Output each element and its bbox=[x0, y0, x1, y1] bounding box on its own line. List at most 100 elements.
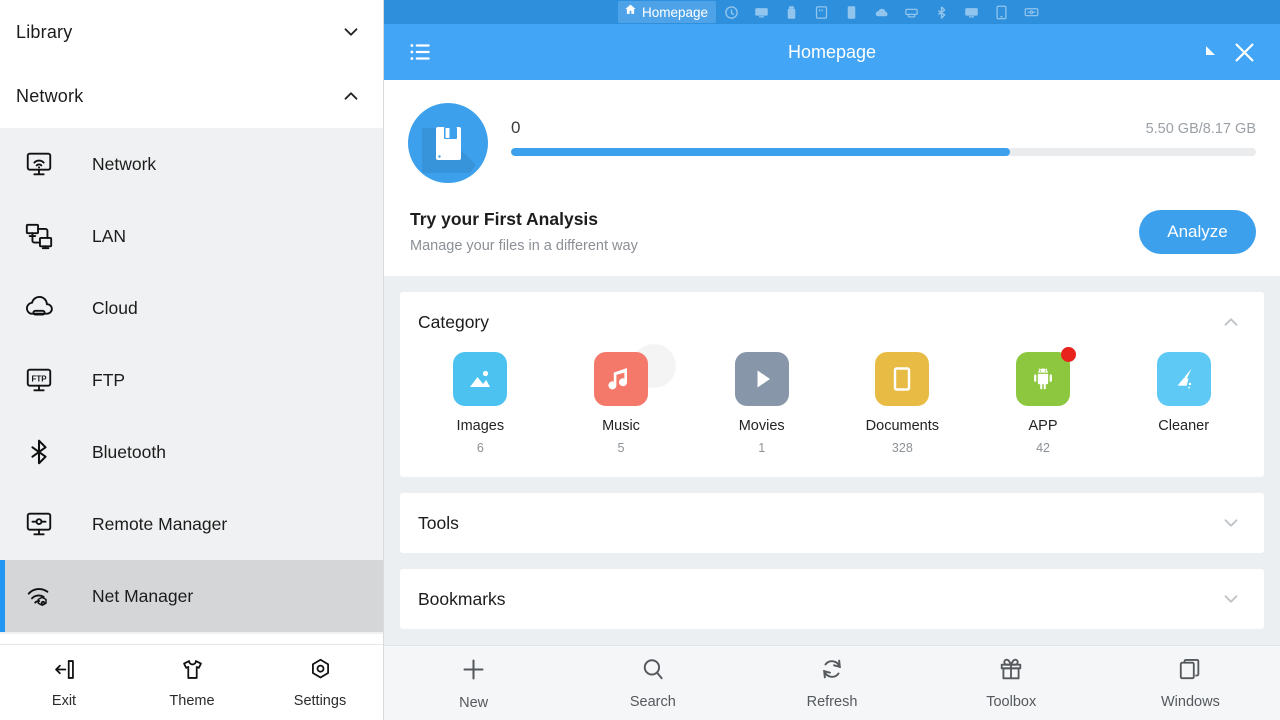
category-count: 5 bbox=[617, 441, 625, 455]
storage-card: 0 5.50 GB/8.17 GB Try your First Analysi… bbox=[384, 80, 1280, 276]
analyze-button[interactable]: Analyze bbox=[1139, 209, 1256, 254]
remote-manager-icon bbox=[22, 507, 56, 541]
sidebar-item-label: Remote Manager bbox=[92, 513, 228, 534]
chevron-down-icon[interactable] bbox=[340, 21, 362, 43]
settings-button[interactable]: Settings bbox=[256, 645, 384, 720]
tab-compass-icon[interactable] bbox=[716, 1, 746, 23]
gear-icon bbox=[307, 656, 334, 688]
category-item-images[interactable]: Images 6 bbox=[410, 352, 551, 455]
sidebar-item-bluetooth[interactable]: Bluetooth bbox=[0, 416, 384, 488]
bookmarks-panel[interactable]: Bookmarks bbox=[400, 569, 1264, 629]
close-icon[interactable] bbox=[1222, 30, 1266, 74]
sidebar-item-lan[interactable]: LAN bbox=[0, 200, 384, 272]
tab-homepage[interactable]: Homepage bbox=[617, 1, 717, 23]
page-title: Homepage bbox=[787, 41, 877, 62]
sidebar-item-remote-manager[interactable]: Remote Manager bbox=[0, 488, 384, 560]
category-label: Documents bbox=[865, 418, 940, 434]
image-icon bbox=[453, 352, 508, 406]
android-icon bbox=[1016, 347, 1077, 406]
bluetooth-icon bbox=[22, 435, 56, 469]
category-label: Music bbox=[602, 418, 640, 434]
analysis-title: Try your First Analysis bbox=[410, 209, 599, 229]
chevron-down-icon[interactable] bbox=[1220, 512, 1242, 534]
category-count: 328 bbox=[891, 441, 913, 455]
nav-toolbox-button[interactable]: Toolbox bbox=[922, 646, 1101, 720]
category-panel-header[interactable]: Category bbox=[400, 292, 1264, 352]
tools-panel-header[interactable]: Tools bbox=[400, 493, 1264, 553]
category-label: Images bbox=[456, 418, 505, 434]
tab-label: Homepage bbox=[641, 4, 709, 20]
category-item-music[interactable]: Music 5 bbox=[551, 344, 692, 455]
category-count: 6 bbox=[476, 441, 484, 455]
gift-icon bbox=[998, 656, 1024, 687]
play-icon bbox=[734, 352, 789, 406]
category-item-movies[interactable]: Movies 1 bbox=[691, 352, 832, 455]
sidebar-section-label: Network bbox=[16, 85, 84, 106]
nav-new-button[interactable]: New bbox=[384, 646, 563, 720]
category-item-documents[interactable]: Documents 328 bbox=[832, 352, 973, 455]
storage-label: 0 bbox=[511, 118, 521, 137]
floppy-disk-icon bbox=[408, 103, 488, 183]
tab-cloud-icon[interactable] bbox=[866, 1, 896, 23]
chevron-up-icon[interactable] bbox=[1220, 311, 1242, 333]
chevron-down-icon[interactable] bbox=[1220, 588, 1242, 610]
app-root: Library Network Network LAN Cloud FTP FT… bbox=[0, 0, 1280, 720]
category-count: 1 bbox=[758, 441, 766, 455]
resize-handle-icon[interactable] bbox=[1202, 41, 1218, 63]
tab-phone-icon[interactable] bbox=[836, 1, 866, 23]
tab-sdcard-icon[interactable] bbox=[806, 1, 836, 23]
tab-usb-drive-icon[interactable] bbox=[776, 1, 806, 23]
list-icon[interactable] bbox=[398, 30, 442, 74]
category-label: Movies bbox=[738, 418, 785, 434]
analysis-row: Try your First Analysis Manage your file… bbox=[408, 209, 1256, 254]
tab-remote-icon[interactable] bbox=[1016, 1, 1046, 23]
tshirt-icon bbox=[179, 656, 206, 688]
lan-icon bbox=[22, 219, 56, 253]
sidebar-item-cloud[interactable]: Cloud bbox=[0, 272, 384, 344]
nav-windows-button[interactable]: Windows bbox=[1101, 646, 1280, 720]
bookmarks-panel-header[interactable]: Bookmarks bbox=[400, 569, 1264, 629]
sidebar-item-network[interactable]: Network bbox=[0, 128, 384, 200]
theme-label: Theme bbox=[169, 693, 215, 709]
sidebar-section-library[interactable]: Library bbox=[0, 0, 384, 64]
net-manager-icon bbox=[22, 579, 56, 613]
category-item-cleaner[interactable]: Cleaner bbox=[1113, 352, 1254, 455]
sidebar-item-ftp[interactable]: FTP FTP bbox=[0, 344, 384, 416]
storage-size-text: 5.50 GB/8.17 GB bbox=[1145, 121, 1256, 137]
tab-device-screen-icon-2[interactable] bbox=[956, 1, 986, 23]
category-label: APP bbox=[1028, 418, 1058, 434]
sidebar-scroll: Library Network Network LAN Cloud FTP FT… bbox=[0, 0, 384, 644]
tab-network-icon[interactable] bbox=[896, 1, 926, 23]
bookmarks-panel-title: Bookmarks bbox=[418, 588, 506, 609]
tab-bluetooth-icon[interactable] bbox=[926, 1, 956, 23]
sidebar-item-label: FTP bbox=[92, 369, 126, 390]
nav-search-button[interactable]: Search bbox=[563, 646, 742, 720]
storage-meta: 0 5.50 GB/8.17 GB bbox=[511, 100, 1256, 156]
ftp-icon: FTP bbox=[22, 363, 56, 397]
nav-label: Toolbox bbox=[986, 694, 1037, 710]
category-item-app[interactable]: APP 42 bbox=[973, 347, 1114, 455]
nav-label: Search bbox=[629, 694, 676, 710]
chevron-up-icon[interactable] bbox=[340, 85, 362, 107]
sidebar-item-label: Net Manager bbox=[92, 585, 194, 606]
sidebar-item-label: Bluetooth bbox=[92, 441, 166, 462]
exit-icon bbox=[51, 656, 78, 688]
sidebar-item-label: LAN bbox=[92, 225, 127, 246]
theme-button[interactable]: Theme bbox=[128, 645, 256, 720]
sidebar-section-label: Library bbox=[16, 21, 73, 42]
tab-device-screen-icon[interactable] bbox=[746, 1, 776, 23]
sidebar-section-network[interactable]: Network bbox=[0, 64, 384, 128]
tools-panel[interactable]: Tools bbox=[400, 493, 1264, 553]
cloud-icon bbox=[22, 291, 56, 325]
exit-button[interactable]: Exit bbox=[0, 645, 128, 720]
refresh-icon bbox=[819, 656, 845, 687]
sidebar-item-net-manager[interactable]: Net Manager bbox=[0, 560, 384, 632]
tab-tablet-icon[interactable] bbox=[986, 1, 1016, 23]
nav-label: Windows bbox=[1161, 694, 1220, 710]
content-area: 0 5.50 GB/8.17 GB Try your First Analysi… bbox=[384, 80, 1280, 645]
nav-refresh-button[interactable]: Refresh bbox=[742, 646, 921, 720]
plus-icon bbox=[460, 656, 487, 688]
storage-progress-bar bbox=[511, 148, 1256, 156]
tab-strip: Homepage bbox=[384, 0, 1280, 24]
app-header: Homepage bbox=[384, 24, 1280, 80]
